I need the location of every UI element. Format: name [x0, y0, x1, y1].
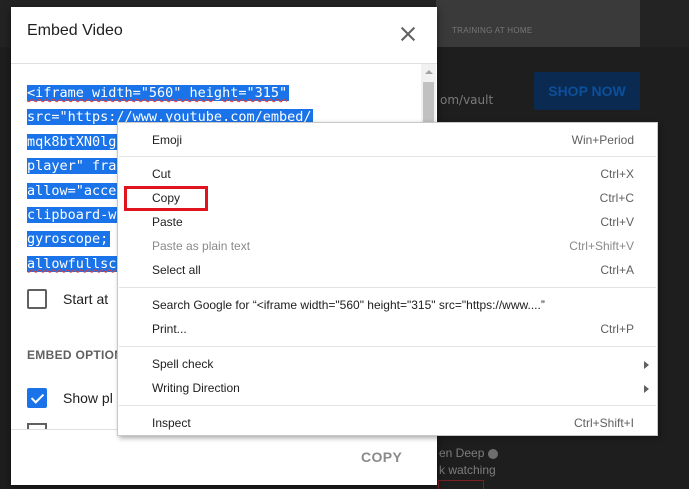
menu-item-emoji[interactable]: Emoji Win+Period: [118, 129, 657, 151]
menu-item-writing-direction[interactable]: Writing Direction: [118, 377, 657, 399]
menu-item-label: Cut: [152, 167, 171, 181]
background-url-text: om/vault: [440, 93, 494, 107]
background-live-badge: [438, 480, 484, 489]
shop-now-button[interactable]: SHOP NOW: [534, 72, 640, 110]
menu-item-shortcut: Win+Period: [571, 133, 634, 147]
channel-name-text: en Deep: [439, 446, 485, 460]
code-line: <iframe width="560" height="315": [27, 81, 432, 105]
menu-item-search-google[interactable]: Search Google for “<iframe width="560" h…: [118, 294, 657, 316]
menu-item-select-all[interactable]: Select all Ctrl+A: [118, 259, 657, 281]
show-player-controls-checkbox[interactable]: [27, 388, 47, 408]
embed-options-heading: EMBED OPTION: [27, 348, 124, 362]
menu-item-inspect[interactable]: Inspect Ctrl+Shift+I: [118, 412, 657, 434]
start-at-label: Start at: [63, 291, 109, 307]
show-player-controls-label: Show pl: [63, 390, 113, 406]
background-channel-name: en Deep: [439, 446, 499, 460]
menu-item-label: Writing Direction: [152, 381, 240, 395]
menu-item-shortcut: Ctrl+X: [600, 167, 634, 181]
menu-separator: [119, 287, 656, 288]
background-thumbnail-text: TRAINING AT HOME: [452, 26, 533, 35]
code-line-text: <iframe width="560" height="315": [27, 85, 288, 101]
verified-check-icon: [488, 448, 499, 459]
code-line-text: clipboard-w: [27, 206, 119, 223]
code-line-text: player" fra: [27, 158, 119, 175]
menu-item-cut[interactable]: Cut Ctrl+X: [118, 163, 657, 185]
code-line-text: allow="acce: [27, 182, 119, 199]
menu-item-label: Search Google for “<iframe width="560" h…: [152, 298, 545, 312]
menu-item-shortcut: Ctrl+A: [600, 263, 634, 277]
scroll-thumb[interactable]: [423, 82, 434, 126]
menu-item-label: Select all: [152, 263, 201, 277]
background-watching-count: k watching: [439, 463, 496, 477]
scroll-up-arrow-icon[interactable]: [425, 70, 433, 74]
background-thumbnail: [436, 0, 640, 47]
menu-item-shortcut: Ctrl+C: [599, 191, 634, 205]
menu-item-label: Print...: [152, 322, 187, 336]
menu-item-label: Paste as plain text: [152, 239, 251, 253]
start-at-checkbox[interactable]: [27, 289, 47, 309]
submenu-arrow-icon: [644, 385, 649, 393]
menu-separator: [119, 156, 656, 157]
menu-item-shortcut: Ctrl+Shift+V: [569, 239, 634, 253]
context-menu: Emoji Win+Period Cut Ctrl+X Copy Ctrl+C …: [117, 122, 658, 436]
dialog-title: Embed Video: [27, 22, 123, 39]
dialog-footer: COPY: [11, 429, 437, 485]
code-line-text: gyroscope;: [27, 231, 111, 248]
menu-item-label: Emoji: [152, 133, 183, 147]
menu-item-label: Inspect: [152, 416, 191, 430]
menu-item-shortcut: Ctrl+P: [600, 322, 634, 336]
code-line-text: allowfullsc: [27, 255, 117, 272]
menu-separator: [119, 346, 656, 347]
menu-item-paste-plain-text: Paste as plain text Ctrl+Shift+V: [118, 235, 657, 257]
menu-item-spell-check[interactable]: Spell check: [118, 353, 657, 375]
menu-item-label: Spell check: [152, 357, 214, 371]
menu-item-paste[interactable]: Paste Ctrl+V: [118, 211, 657, 233]
menu-item-shortcut: Ctrl+Shift+I: [573, 416, 634, 430]
copy-highlight-box: [124, 186, 208, 211]
menu-item-print[interactable]: Print... Ctrl+P: [118, 318, 657, 340]
menu-item-label: Paste: [152, 215, 183, 229]
menu-item-shortcut: Ctrl+V: [600, 215, 634, 229]
code-line-text: mqk8btXN0lg: [27, 133, 119, 150]
copy-button[interactable]: COPY: [361, 449, 402, 465]
menu-separator: [119, 405, 656, 406]
submenu-arrow-icon: [644, 361, 649, 369]
close-icon[interactable]: [398, 24, 418, 44]
